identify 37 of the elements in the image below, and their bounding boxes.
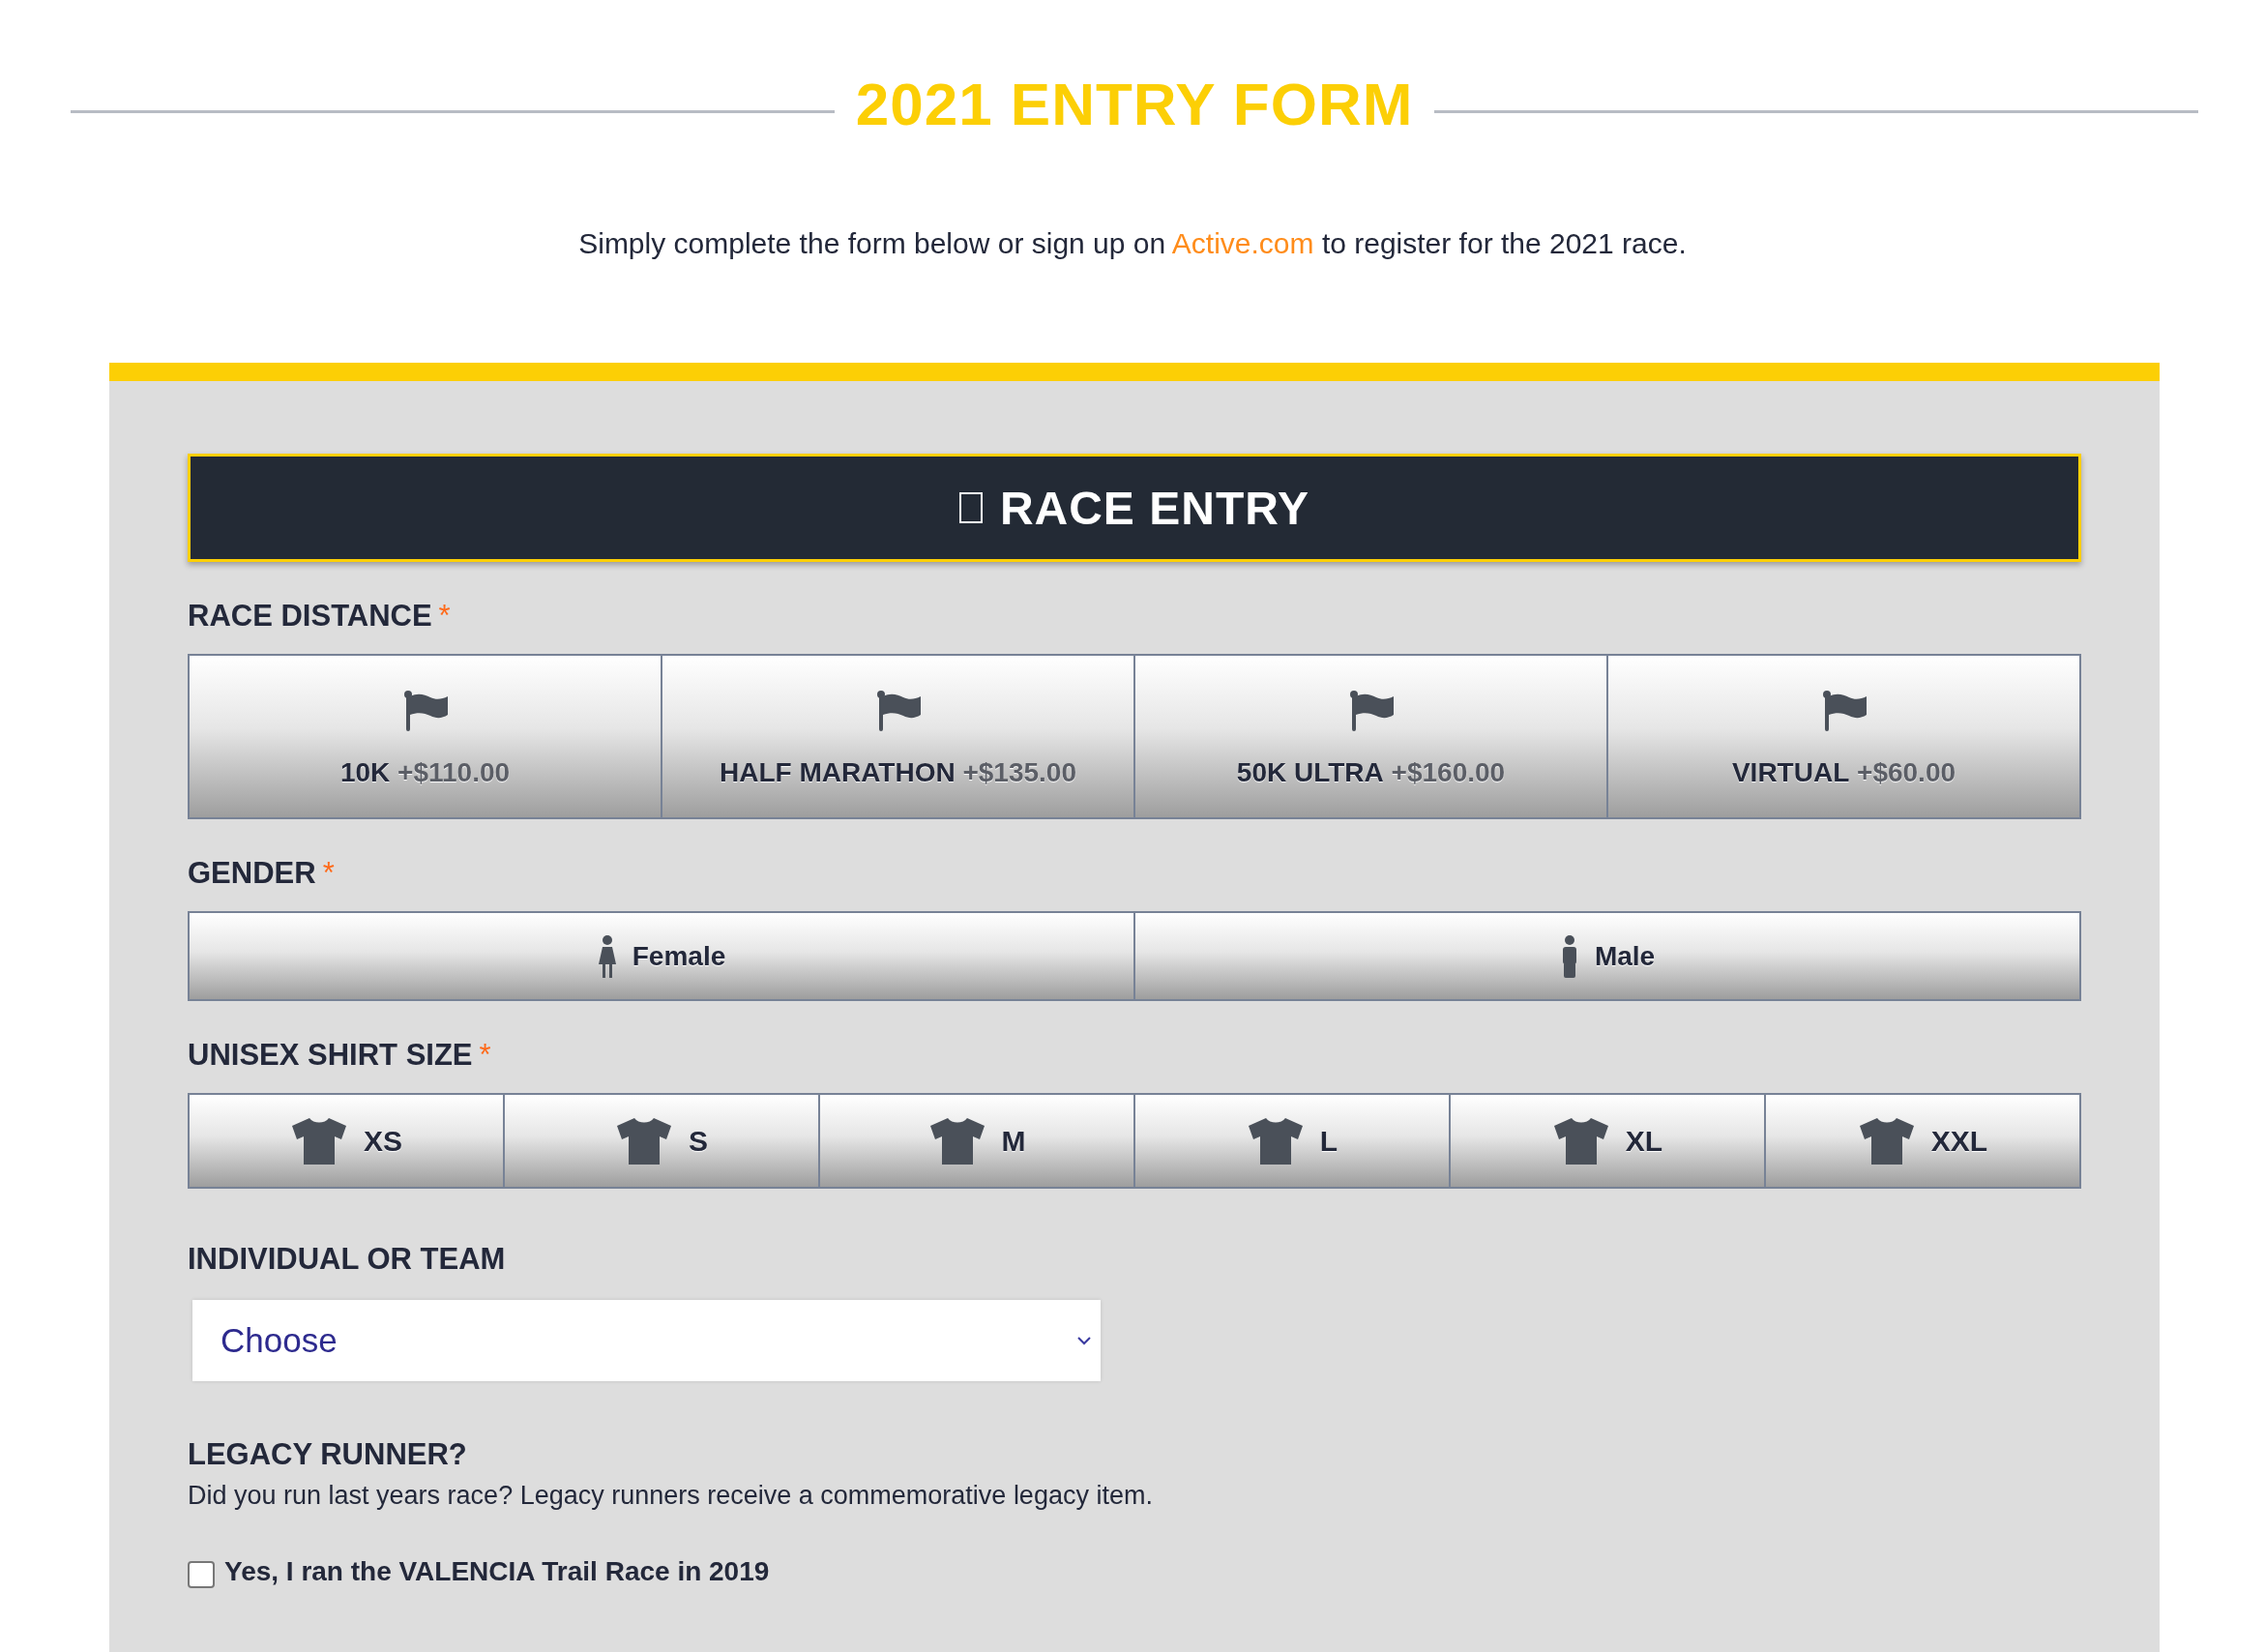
t-shirt-icon xyxy=(927,1115,986,1166)
flag-icon xyxy=(875,689,921,732)
flag-icon xyxy=(1348,689,1394,732)
t-shirt-icon xyxy=(290,1115,348,1166)
option-button[interactable]: XS xyxy=(188,1093,505,1189)
t-shirt-icon xyxy=(1246,1115,1305,1166)
option-button[interactable]: 10K +$110.00 xyxy=(188,654,662,819)
t-shirt-icon xyxy=(1857,1115,1916,1166)
option-button[interactable]: L xyxy=(1133,1093,1451,1189)
flag-icon xyxy=(1821,689,1867,732)
person-icon xyxy=(597,934,617,978)
section-title: RACE ENTRY xyxy=(999,481,1310,535)
team-dropdown[interactable]: Choose xyxy=(192,1300,1101,1381)
field-label: LEGACY RUNNER? xyxy=(188,1436,467,1473)
checkbox[interactable] xyxy=(188,1561,215,1588)
chevron-down-icon xyxy=(1077,1336,1091,1345)
option-button[interactable]: 50K ULTRA +$160.00 xyxy=(1133,654,1608,819)
t-shirt-icon xyxy=(615,1115,673,1166)
field-label: RACE DISTANCE * xyxy=(188,598,451,634)
option-button[interactable]: M xyxy=(818,1093,1135,1189)
field-label: INDIVIDUAL OR TEAM xyxy=(188,1241,506,1278)
intro-text: Simply complete the form below or sign up on Active.com to register for the 2021 race. xyxy=(577,226,1688,261)
field-description: Did you run last years race? Legacy runners receive a commemorative legacy item. xyxy=(188,1480,1154,1512)
option-button[interactable]: VIRTUAL +$60.00 xyxy=(1606,654,2081,819)
option-button[interactable]: HALF MARATHON +$135.00 xyxy=(661,654,1135,819)
option-button[interactable]: S xyxy=(503,1093,820,1189)
form-title: 2021 ENTRY FORM xyxy=(855,70,1414,139)
option-button[interactable]: XL xyxy=(1449,1093,1766,1189)
checkbox-label[interactable]: Yes, I ran the VALENCIA Trail Race in 2019 xyxy=(224,1556,770,1587)
field-label: GENDER * xyxy=(188,855,335,892)
field-label: UNISEX SHIRT SIZE * xyxy=(188,1037,491,1074)
option-button[interactable]: Male xyxy=(1133,911,2081,1001)
flag-icon xyxy=(402,689,448,732)
square-icon xyxy=(958,492,983,523)
option-button[interactable]: Female xyxy=(188,911,1135,1001)
t-shirt-icon xyxy=(1551,1115,1610,1166)
option-button[interactable]: XXL xyxy=(1764,1093,2081,1189)
